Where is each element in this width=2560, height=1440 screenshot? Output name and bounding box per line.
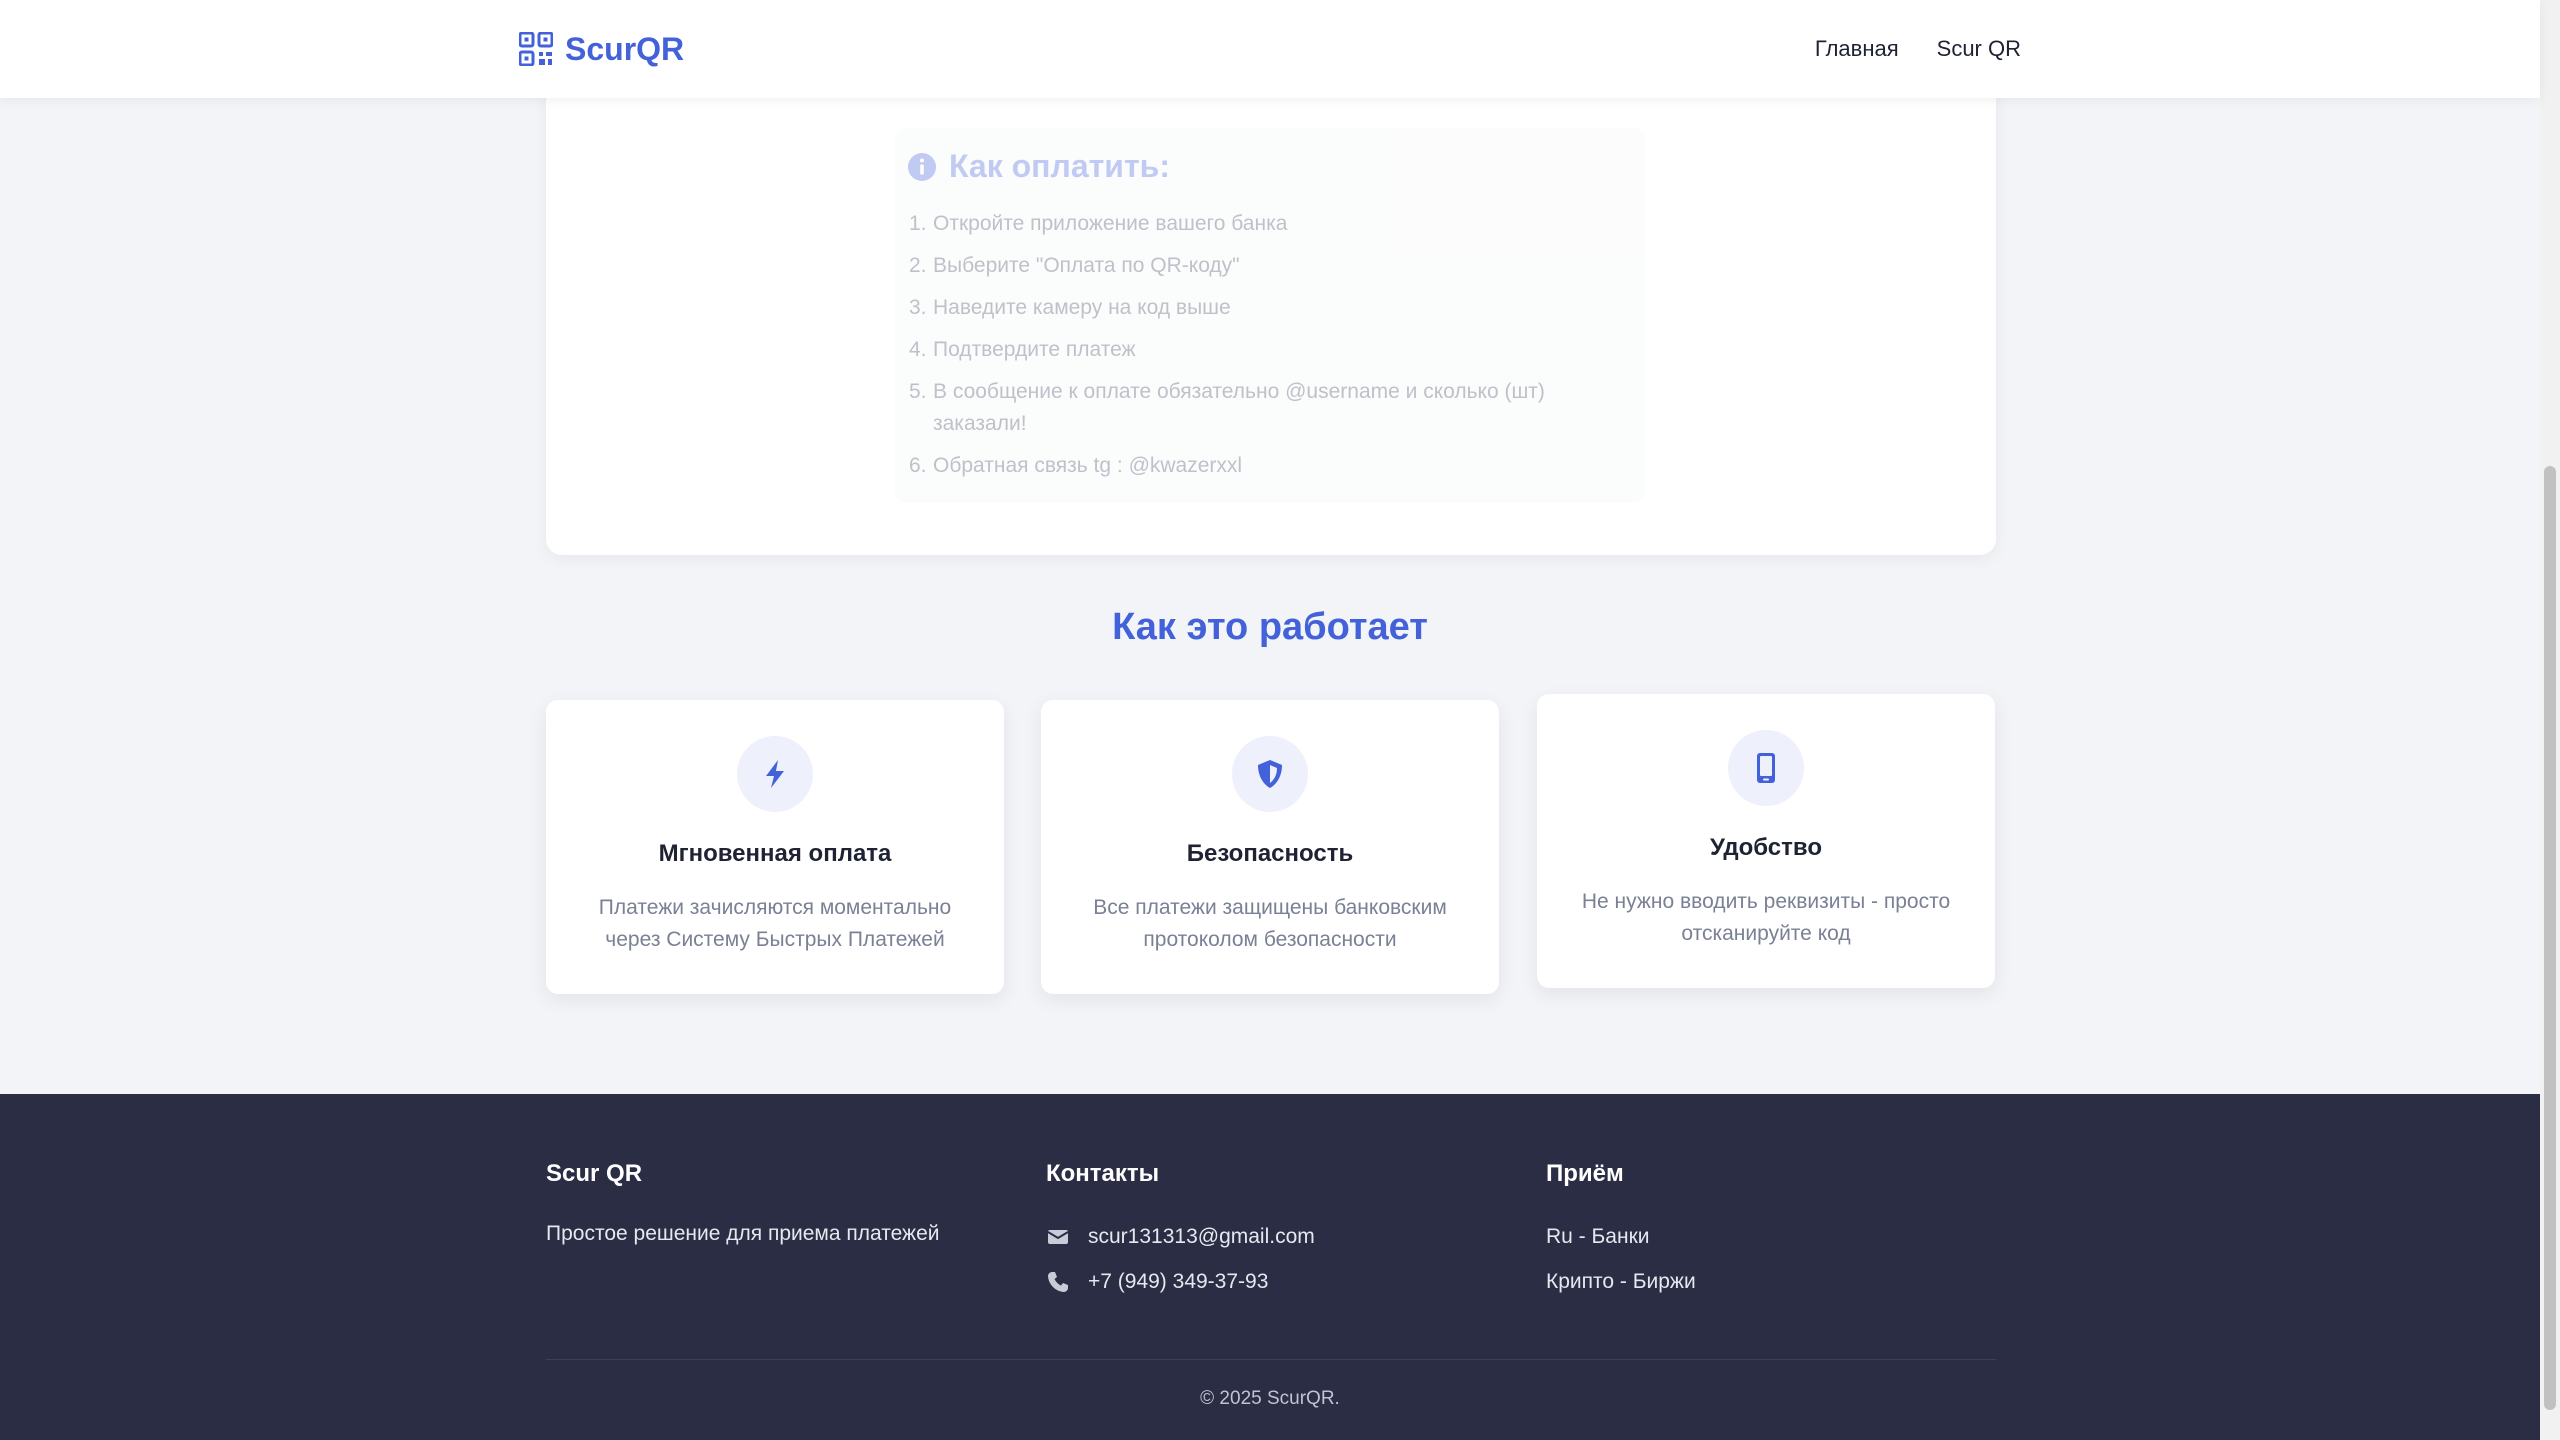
list-item: 1. Откройте приложение вашего банка xyxy=(909,212,1288,235)
mobile-icon xyxy=(1757,753,1775,783)
site-header: ScurQR Главная Scur QR xyxy=(0,0,2540,98)
info-circle-icon xyxy=(908,152,936,181)
how-to-pay-heading: Как оплатить: xyxy=(907,148,1170,185)
scrollbar-thumb[interactable] xyxy=(2544,466,2556,1410)
feature-icon-wrap xyxy=(1232,736,1308,812)
list-item: 6. Обратная связь tg : @kwazerxxl xyxy=(909,454,1243,477)
feature-title: Удобство xyxy=(1709,834,1823,861)
contact-email-text: scur131313@gmail.com xyxy=(1088,1225,1315,1248)
feature-card-instant: Мгновенная оплата Платежи зачисляются мо… xyxy=(546,700,1004,994)
footer-col-contacts: Контакты scur131313@gmail.com +7 (949) 3… xyxy=(1046,1160,1315,1312)
main-nav: Главная Scur QR xyxy=(1815,0,2021,98)
shield-icon xyxy=(1258,760,1282,788)
list-item: 4. Подтвердите платеж xyxy=(909,338,1136,361)
footer-divider xyxy=(546,1359,1996,1360)
copyright: © 2025 ScurQR. xyxy=(1200,1388,1340,1409)
contact-phone[interactable]: +7 (949) 349-37-93 xyxy=(1046,1267,1315,1297)
qrcode-icon xyxy=(519,32,553,66)
payment-steps: 1. Откройте приложение вашего банка 2. Выб… xyxy=(909,208,1609,492)
footer-heading: Scur QR xyxy=(546,1160,643,1187)
footer-tagline: Простое решение для приема платежей xyxy=(546,1222,940,1245)
footer-heading: Контакты xyxy=(1046,1160,1160,1187)
bolt-icon xyxy=(766,760,784,788)
list-item: 5. В сообщение к оплате обязательно @user… xyxy=(909,380,1545,435)
feature-description: Все платежи защищены банковским протокол… xyxy=(1093,896,1447,951)
contact-phone-text: +7 (949) 349-37-93 xyxy=(1088,1270,1269,1293)
logo[interactable]: ScurQR xyxy=(519,28,684,70)
footer-link[interactable]: Крипто - Биржи xyxy=(1546,1267,1696,1297)
section-title: Как это работает xyxy=(1112,606,1428,648)
feature-title: Безопасность xyxy=(1186,840,1354,867)
page-scrollbar[interactable] xyxy=(2540,0,2560,1440)
nav-scurqr-link[interactable]: Scur QR xyxy=(1937,36,2021,62)
feature-icon-wrap xyxy=(1728,730,1804,806)
feature-icon-wrap xyxy=(737,736,813,812)
footer-link[interactable]: Ru - Банки xyxy=(1546,1222,1696,1252)
feature-card-convenience: Удобство Не нужно вводить реквизиты - пр… xyxy=(1537,694,1995,988)
feature-description: Не нужно вводить реквизиты - просто отск… xyxy=(1581,890,1951,945)
logo-text: ScurQR xyxy=(565,30,685,67)
nav-home-link[interactable]: Главная xyxy=(1815,36,1899,62)
feature-description: Платежи зачисляются моментально через Си… xyxy=(598,896,952,951)
site-footer: Scur QR Простое решение для приема плате… xyxy=(0,1094,2540,1440)
contact-email[interactable]: scur131313@gmail.com xyxy=(1046,1222,1315,1252)
feature-card-security: Безопасность Все платежи защищены банков… xyxy=(1041,700,1499,994)
envelope-icon xyxy=(1047,1230,1069,1244)
feature-title: Мгновенная оплата xyxy=(658,840,892,867)
list-item: 3. Наведите камеру на код выше xyxy=(909,296,1231,319)
how-to-pay-title: Как оплатить: xyxy=(949,148,1170,184)
how-to-pay-box: Как оплатить: 1. Откройте приложение ваше… xyxy=(895,128,1645,503)
footer-col-about: Scur QR Простое решение для приема плате… xyxy=(546,1160,940,1246)
phone-icon xyxy=(1048,1272,1068,1292)
footer-heading: Приём xyxy=(1546,1160,1624,1187)
list-item: 2. Выберите "Оплата по QR-коду" xyxy=(909,254,1240,277)
footer-col-accept: Приём Ru - Банки Крипто - Биржи xyxy=(1546,1160,1696,1312)
